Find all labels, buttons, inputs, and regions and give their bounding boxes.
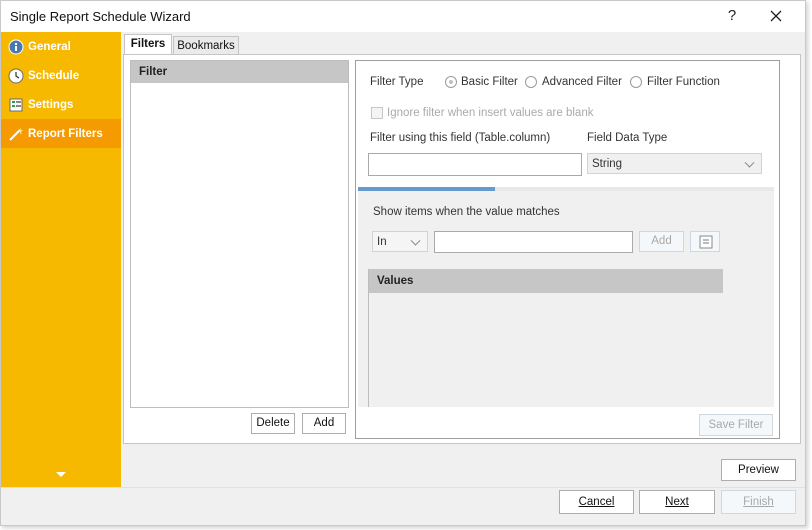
add-value-button[interactable]: Add [639,231,684,252]
clock-icon [8,68,24,83]
operator-select[interactable]: In [372,231,428,252]
cancel-label: Cancel [578,495,615,508]
function-button[interactable] [690,231,720,252]
data-type-select[interactable]: String [587,153,762,174]
sidebar-item-label: Settings [28,98,74,111]
info-icon [8,39,24,54]
advanced-filter-radio[interactable] [525,76,537,88]
chevron-down-icon [410,235,421,246]
basic-filter-radio[interactable] [445,76,457,88]
field-input[interactable] [368,153,582,176]
operator-value: In [377,236,387,248]
close-button[interactable] [763,4,789,28]
chevron-down-icon [744,157,755,168]
values-list[interactable]: Values [368,269,723,407]
wizard-window: Single Report Schedule Wizard ? General … [0,0,806,526]
save-filter-button[interactable]: Save Filter [699,414,773,436]
values-header: Values [369,269,723,293]
preview-button[interactable]: Preview [721,459,796,481]
window-title: Single Report Schedule Wizard [10,9,191,24]
filter-function-radio[interactable] [630,76,642,88]
filter-wand-icon [9,126,23,141]
sidebar-item-label: Report Filters [28,127,103,140]
match-label: Show items when the value matches [373,206,560,218]
data-type-value: String [592,158,623,170]
function-icon [699,235,713,249]
advanced-filter-label: Advanced Filter [542,76,622,88]
ignore-blank-checkbox[interactable] [371,107,383,119]
field-label: Filter using this field (Table.column) [370,132,551,144]
match-value-input[interactable] [434,231,633,253]
filter-type-label: Filter Type [370,76,424,88]
sidebar-item-label: Schedule [28,69,80,82]
cancel-button[interactable]: Cancel [559,490,634,514]
next-label: Next [665,495,689,508]
sidebar-item-report-filters[interactable]: Report Filters [1,119,121,148]
filter-list[interactable]: Filter [130,60,349,408]
sidebar-item-settings[interactable]: Settings [1,90,121,119]
delete-button[interactable]: Delete [251,413,295,434]
data-type-label: Field Data Type [587,132,668,144]
sidebar-item-label: General [28,40,71,53]
sidebar-item-schedule[interactable]: Schedule [1,61,121,90]
settings-list-icon [9,98,23,111]
sidebar-expand-icon[interactable] [56,472,66,477]
sidebar-item-general[interactable]: General [1,32,121,61]
ignore-blank-label: Ignore filter when insert values are bla… [387,107,594,119]
title-bar: Single Report Schedule Wizard ? [1,1,805,32]
finish-label: Finish [743,495,774,508]
finish-button[interactable]: Finish [721,490,796,514]
basic-filter-label: Basic Filter [461,76,518,88]
footer-divider [1,487,805,488]
tab-bookmarks[interactable]: Bookmarks [173,36,239,55]
close-icon [770,10,782,22]
filter-function-label: Filter Function [647,76,720,88]
sidebar: General Schedule Settings Report Filters [1,32,121,487]
next-button[interactable]: Next [639,490,715,514]
tab-filters[interactable]: Filters [124,34,172,55]
add-filter-button[interactable]: Add [302,413,346,434]
help-button[interactable]: ? [719,4,745,28]
filter-list-header: Filter [131,61,348,83]
